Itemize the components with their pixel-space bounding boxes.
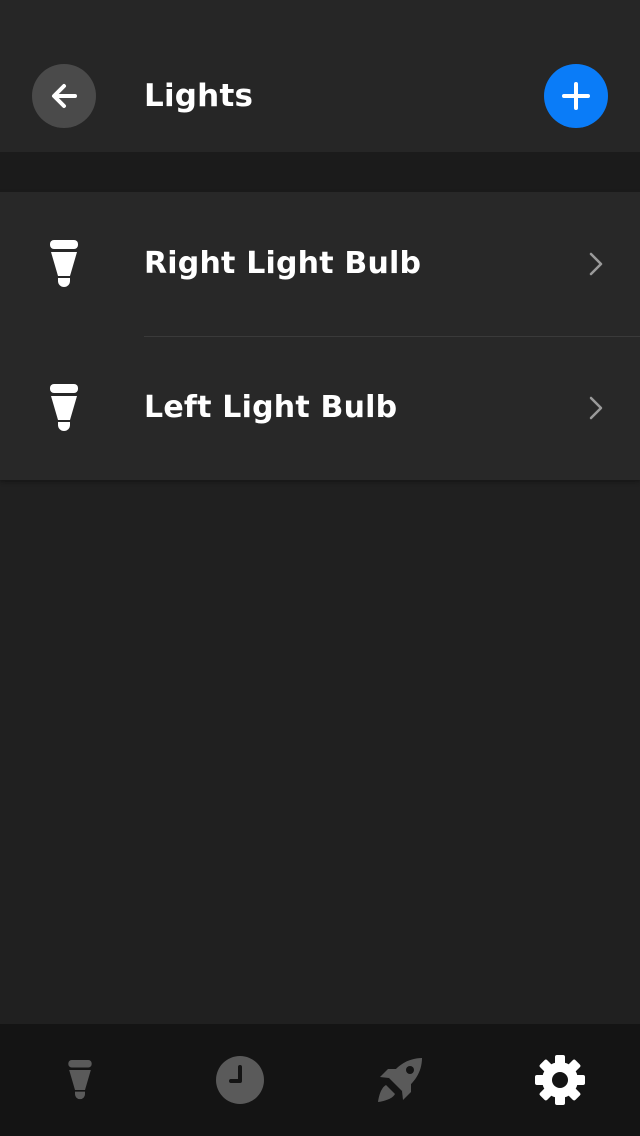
clock-icon [216,1056,264,1104]
light-bulb-icon [50,240,78,287]
rocket-icon [378,1058,422,1102]
back-button[interactable] [32,64,96,128]
tab-explore[interactable] [320,1024,480,1136]
light-name: Left Light Bulb [144,390,398,425]
light-bulb-icon [68,1060,92,1100]
tab-settings[interactable] [480,1024,640,1136]
section-spacer [0,152,640,192]
page-title: Lights [144,78,254,114]
list-item-right-light-bulb[interactable]: Right Light Bulb [0,192,640,336]
chevron-right-icon [589,396,603,420]
list-item-left-light-bulb[interactable]: Left Light Bulb [0,336,640,480]
plus-icon [562,82,590,110]
add-light-button[interactable] [544,64,608,128]
lights-list: Right Light Bulb Left Light Bulb [0,192,640,480]
light-bulb-icon [50,384,78,431]
arrow-left-icon [52,84,77,108]
light-name: Right Light Bulb [144,246,422,281]
header-bar: Lights [0,0,640,152]
gear-icon [535,1055,585,1105]
bottom-tab-bar [0,1024,640,1136]
tab-routines[interactable] [160,1024,320,1136]
tab-lights[interactable] [0,1024,160,1136]
chevron-right-icon [589,252,603,276]
